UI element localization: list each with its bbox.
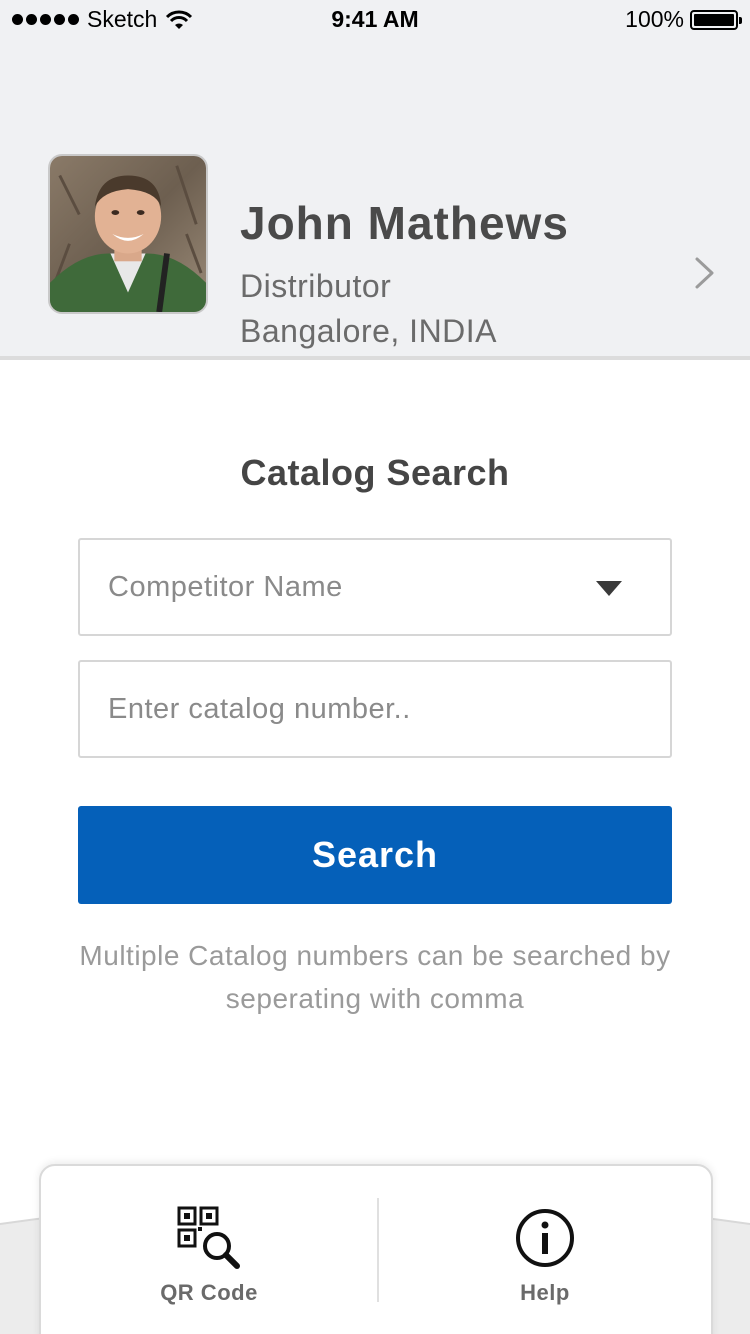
catalog-number-input[interactable] [108, 662, 648, 756]
status-right: 100% [625, 6, 742, 33]
battery-level [694, 13, 734, 26]
catalog-number-field[interactable] [78, 660, 672, 758]
tab-help[interactable]: Help [377, 1166, 713, 1334]
battery-percent: 100% [625, 6, 684, 32]
caret-down-icon [596, 581, 622, 596]
search-hint: Multiple Catalog numbers can be searched… [79, 940, 671, 1014]
search-button[interactable]: Search [78, 806, 672, 904]
profile-header[interactable]: John Mathews Distributor Bangalore, INDI… [0, 40, 750, 360]
status-bar: Sketch 9:41 AM 100% [0, 0, 750, 40]
avatar [48, 154, 208, 314]
tab-qr-code[interactable]: QR Code [41, 1166, 377, 1334]
competitor-name-placeholder: Competitor Name [108, 571, 343, 603]
qr-search-icon [177, 1206, 240, 1269]
profile-location: Bangalore, INDIA [240, 313, 498, 349]
battery-icon [690, 9, 742, 30]
tab-qr-code-label: QR Code [160, 1280, 258, 1305]
chevron-right-icon[interactable] [692, 256, 718, 290]
info-icon [516, 1209, 574, 1267]
tab-help-label: Help [520, 1280, 570, 1305]
bottom-tab-bar: QR Code Help [39, 1164, 713, 1334]
avatar-photo [50, 156, 206, 312]
profile-name: John Mathews [240, 197, 569, 249]
page-title: Catalog Search [240, 452, 510, 493]
competitor-name-dropdown[interactable]: Competitor Name [78, 538, 672, 636]
profile-role: Distributor [240, 268, 392, 304]
